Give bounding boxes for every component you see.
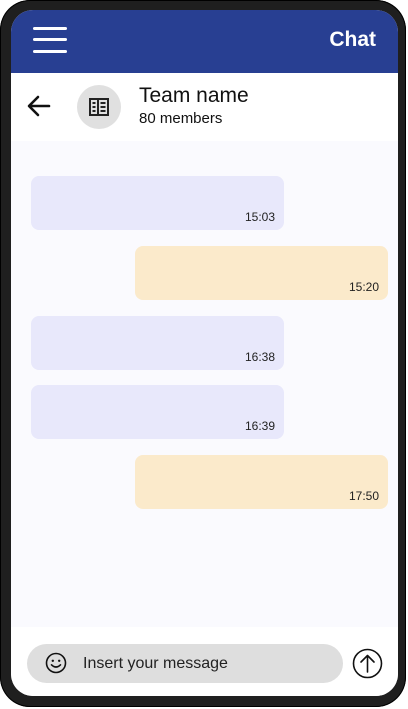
message-bubble-incoming[interactable]: 15:03 [31,176,284,230]
message-time: 17:50 [348,489,379,503]
message-time: 16:38 [244,350,275,364]
message-input[interactable]: Insert your message [27,644,343,683]
team-building-icon [89,98,109,116]
smiley-icon[interactable] [45,652,67,674]
menu-icon[interactable] [33,26,67,54]
conversation-header: Team name 80 members [11,73,398,141]
message-input-placeholder: Insert your message [83,655,228,672]
message-bubble-outgoing[interactable]: 15:20 [135,246,388,300]
message-bubble-incoming[interactable]: 16:38 [31,316,284,370]
message-composer: Insert your message [11,627,398,696]
message-bubble-outgoing[interactable]: 17:50 [135,455,388,509]
back-arrow-icon[interactable] [25,92,53,120]
app-title: Chat [329,28,376,51]
message-time: 15:03 [244,210,275,224]
message-time: 16:39 [244,419,275,433]
app-screen: Chat Team name 80 members 15:03 15:20 16… [11,10,398,696]
member-count: 80 members [139,110,223,127]
team-avatar[interactable] [77,85,121,129]
send-arrow-icon[interactable] [352,648,383,679]
team-name: Team name [139,84,249,107]
top-app-bar: Chat [11,10,398,73]
message-time: 15:20 [348,280,379,294]
message-list: 15:03 15:20 16:38 16:39 17:50 [11,141,398,627]
message-bubble-incoming[interactable]: 16:39 [31,385,284,439]
phone-frame: Chat Team name 80 members 15:03 15:20 16… [0,0,406,707]
